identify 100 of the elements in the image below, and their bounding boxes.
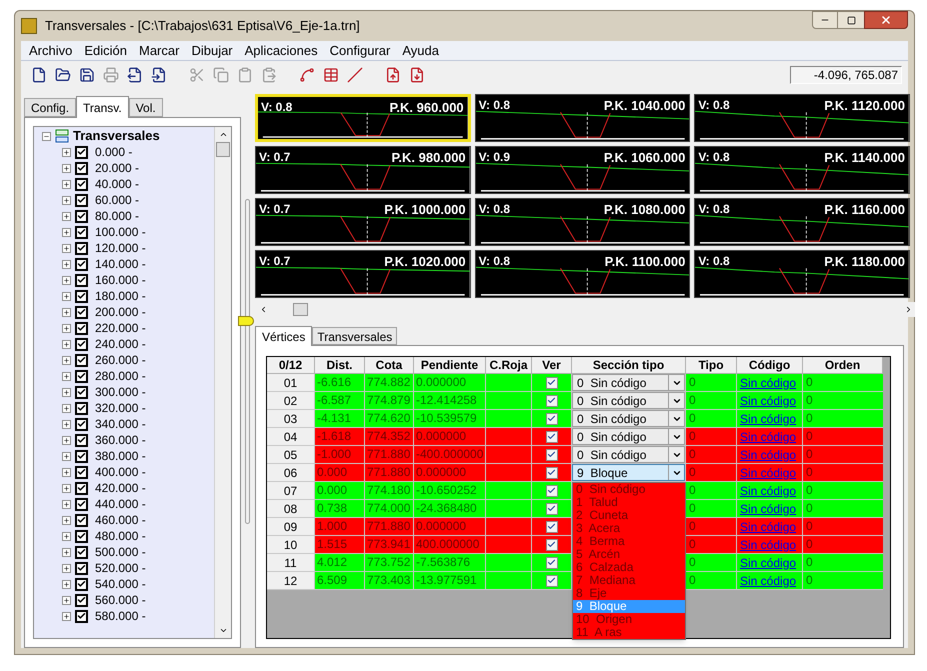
file-down-icon[interactable] [409,67,425,83]
expand-icon[interactable] [62,532,71,540]
menu-item[interactable]: Aplicaciones [238,40,324,60]
row-checkbox[interactable] [546,412,558,424]
collapse-icon[interactable] [42,132,51,140]
panel-tab[interactable]: Vol. [128,98,163,117]
scrollbar-thumb[interactable] [293,303,308,316]
import-icon[interactable] [151,67,167,83]
tree-checkbox[interactable] [75,354,88,366]
tree-checkbox[interactable] [75,242,88,254]
tree-item-label[interactable]: 80.000 - [95,207,140,225]
curve-icon[interactable] [299,67,315,83]
maximize-button[interactable] [838,11,864,29]
row-checkbox[interactable] [546,556,558,568]
menu-item[interactable]: Dibujar [185,40,239,60]
tree-item-label[interactable]: 440.000 - [95,495,146,513]
expand-icon[interactable] [62,500,71,508]
tree-item-label[interactable]: 180.000 - [95,287,146,305]
expand-icon[interactable] [62,564,71,572]
tree-item-label[interactable]: 120.000 - [95,239,146,257]
export-icon[interactable] [127,67,143,83]
panel-tab[interactable]: Config. [24,98,76,117]
tree-checkbox[interactable] [75,146,88,158]
splitter-handle[interactable] [238,316,254,326]
expand-icon[interactable] [62,548,71,556]
tree-item-label[interactable]: 300.000 - [95,383,146,401]
section-thumbnail[interactable]: V: 0.7 P.K. 980.000 [255,146,471,194]
expand-icon[interactable] [62,164,71,172]
tree-item-label[interactable]: 320.000 - [95,399,146,417]
section-thumbnail[interactable]: V: 0.7 P.K. 1020.000 [255,250,471,298]
code-link[interactable]: Sin código [740,394,796,408]
code-link[interactable]: Sin código [740,484,796,498]
expand-icon[interactable] [62,196,71,204]
tree-item-label[interactable]: 460.000 - [95,511,146,529]
menu-item[interactable]: Ayuda [396,40,445,60]
table-tab[interactable]: Vértices [255,326,312,346]
section-type-dropdown[interactable]: 9 Bloque [572,464,685,481]
tree-checkbox[interactable] [75,450,88,462]
code-link[interactable]: Sin código [740,502,796,516]
scrollbar-thumb[interactable] [216,142,230,157]
tree-checkbox[interactable] [75,274,88,286]
expand-icon[interactable] [62,516,71,524]
tree-item-label[interactable]: 260.000 - [95,351,146,369]
file-up-icon[interactable] [385,67,401,83]
section-thumbnail[interactable]: V: 0.8 P.K. 1120.000 [694,94,910,142]
tree-item-label[interactable]: 40.000 - [95,175,140,193]
tree-checkbox[interactable] [75,258,88,270]
row-checkbox[interactable] [546,538,558,550]
tree-item-label[interactable]: 380.000 - [95,447,146,465]
section-type-dropdown[interactable]: 0 Sin código [572,374,685,391]
expand-icon[interactable] [62,404,71,412]
save-icon[interactable] [79,67,95,83]
tree-checkbox[interactable] [75,530,88,542]
tree-checkbox[interactable] [75,210,88,222]
tree-item-label[interactable]: 100.000 - [95,223,146,241]
tree-item-label[interactable]: 60.000 - [95,191,140,209]
tree-item-label[interactable]: 420.000 - [95,479,146,497]
tree-checkbox[interactable] [75,306,88,318]
expand-icon[interactable] [62,468,71,476]
expand-icon[interactable] [62,324,71,332]
expand-icon[interactable] [62,276,71,284]
scroll-right-icon[interactable] [904,305,913,314]
code-link[interactable]: Sin código [740,412,796,426]
new-file-icon[interactable] [31,67,47,83]
tree-item-label[interactable]: 280.000 - [95,367,146,385]
expand-icon[interactable] [62,212,71,220]
expand-icon[interactable] [62,452,71,460]
tree-item-label[interactable]: 580.000 - [95,607,146,625]
slash-icon[interactable] [347,67,363,83]
tree-checkbox[interactable] [75,434,88,446]
tree-root-label[interactable]: Transversales [73,127,160,146]
tree-checkbox[interactable] [75,338,88,350]
vertical-scrollbar[interactable] [214,127,231,638]
tree-checkbox[interactable] [75,178,88,190]
row-checkbox[interactable] [546,574,558,586]
row-checkbox[interactable] [546,394,558,406]
row-checkbox[interactable] [546,448,558,460]
tree-item-label[interactable]: 160.000 - [95,271,146,289]
section-type-dropdown[interactable]: 0 Sin código [572,428,685,445]
panel-tab[interactable]: Transv. [76,96,129,118]
tree-item-label[interactable]: 560.000 - [95,591,146,609]
tree-item-label[interactable]: 240.000 - [95,335,146,353]
section-thumbnail[interactable]: V: 0.8 P.K. 1040.000 [474,94,690,142]
folder-icon[interactable] [55,67,71,83]
row-checkbox[interactable] [546,484,558,496]
scroll-down-icon[interactable] [218,626,228,635]
expand-icon[interactable] [62,612,71,620]
tree-checkbox[interactable] [75,370,88,382]
table-tab[interactable]: Transversales [312,327,398,345]
tree-item-label[interactable]: 0.000 - [95,143,132,161]
code-link[interactable]: Sin código [740,556,796,570]
menu-item[interactable]: Archivo [23,40,78,60]
tree-checkbox[interactable] [75,226,88,238]
expand-icon[interactable] [62,580,71,588]
section-thumbnail[interactable]: V: 0.8 P.K. 960.000 [255,94,471,142]
tree-checkbox[interactable] [75,290,88,302]
tree-checkbox[interactable] [75,562,88,574]
section-thumbnail[interactable]: V: 0.9 P.K. 1060.000 [474,146,690,194]
section-thumbnail[interactable]: V: 0.8 P.K. 1080.000 [474,198,690,246]
section-thumbnail[interactable]: V: 0.7 P.K. 1000.000 [255,198,471,246]
